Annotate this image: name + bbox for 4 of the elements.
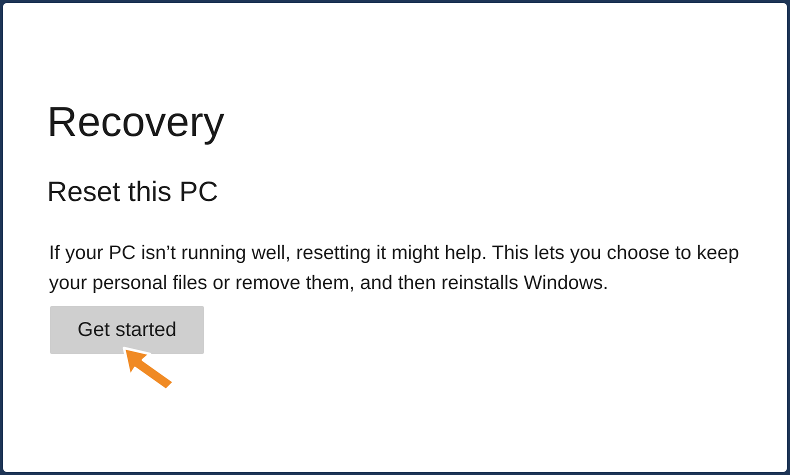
get-started-button[interactable]: Get started [50, 306, 204, 354]
section-title: Reset this PC [47, 175, 218, 209]
description-text: If your PC isn’t running well, resetting it might help. This lets you choose to keep your personal files or remove them, and then reinstalls Windows. [48, 241, 740, 296]
page-title: Recovery [47, 97, 224, 147]
